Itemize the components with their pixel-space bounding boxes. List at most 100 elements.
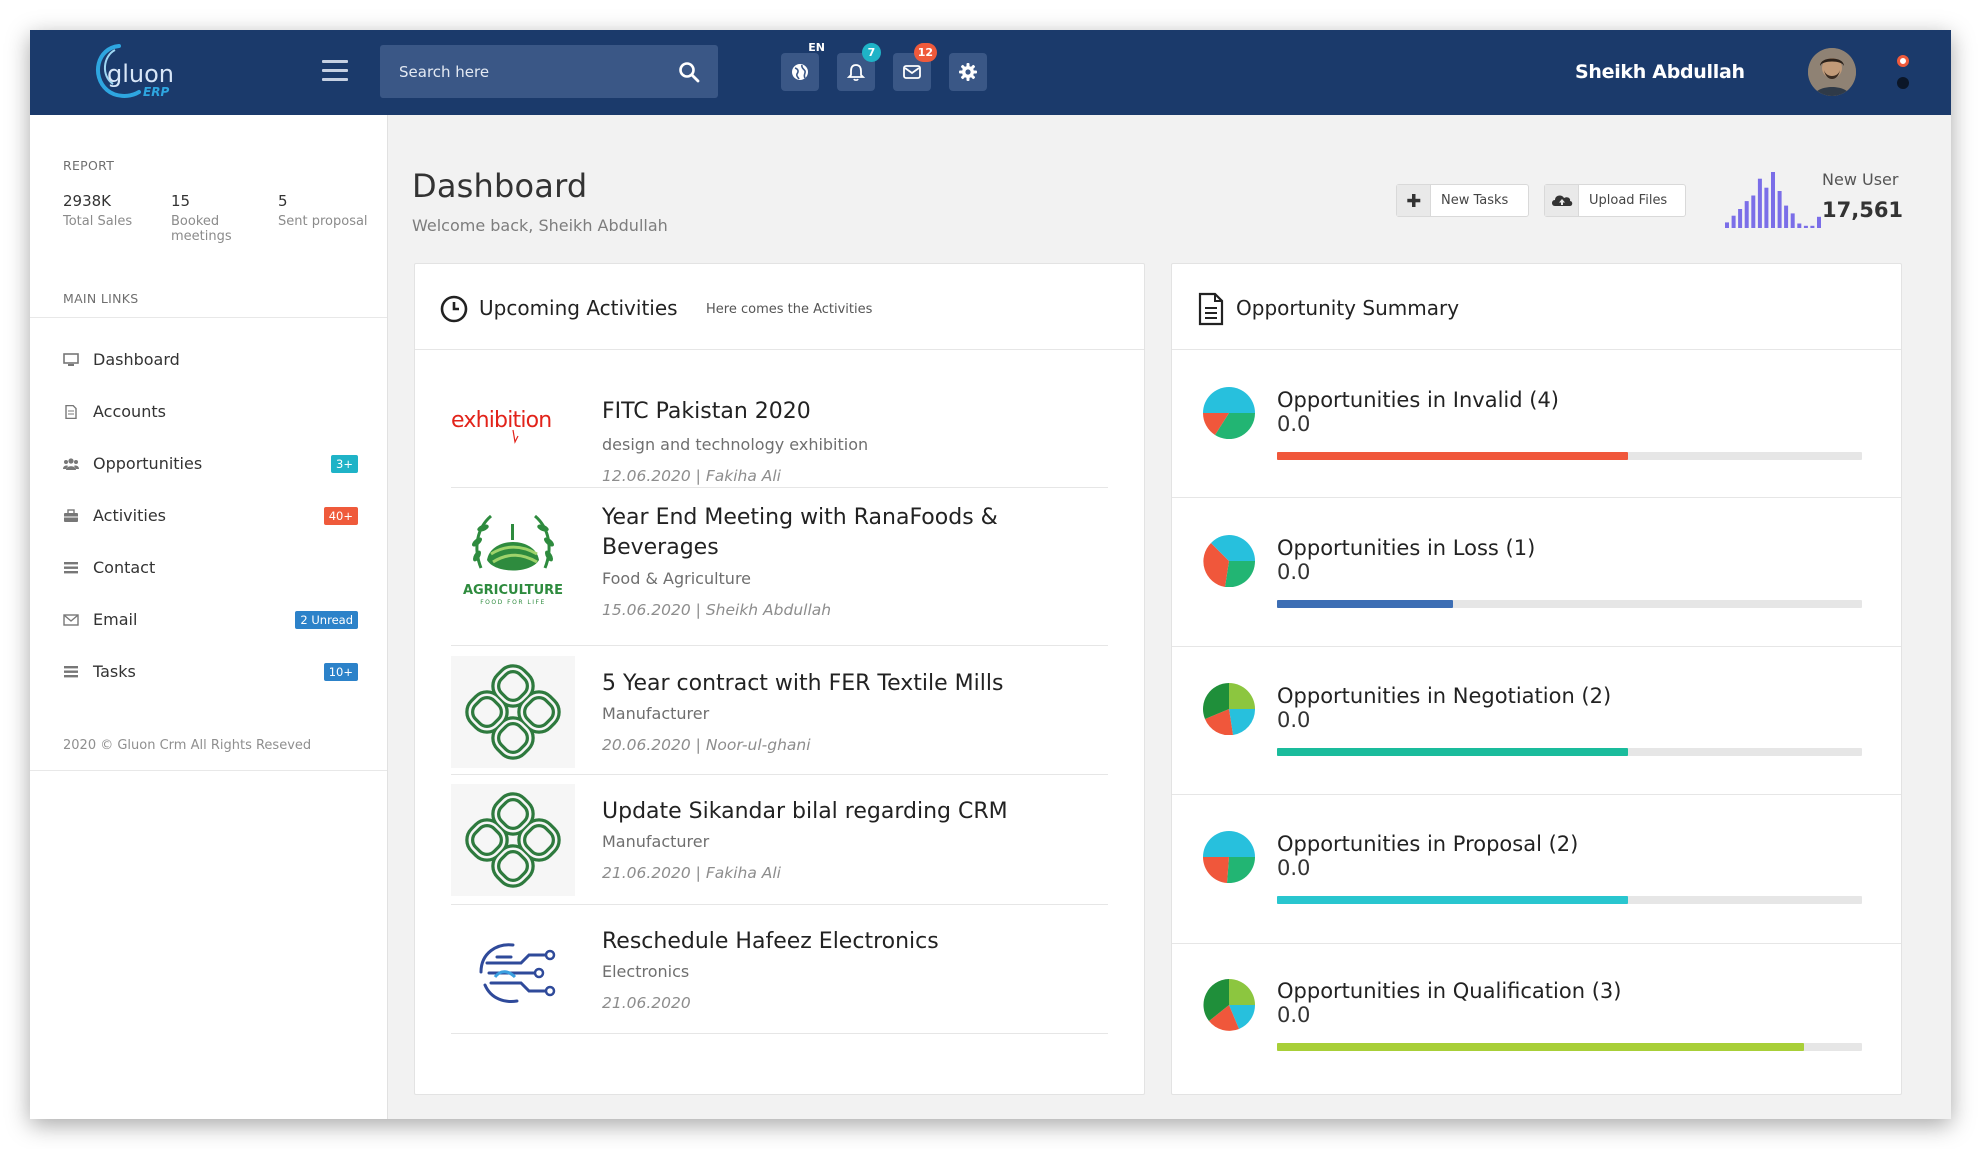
clock-icon xyxy=(440,295,468,323)
search-icon[interactable] xyxy=(678,61,700,83)
new-user-bar xyxy=(1764,187,1769,228)
new-user-bar xyxy=(1751,195,1756,228)
card-header: Upcoming Activities Here comes the Activ… xyxy=(415,264,1144,350)
email-unread-badge: 2 Unread xyxy=(295,611,358,629)
sidebar: REPORT 2938K Total Sales 15 Booked meeti… xyxy=(30,115,388,1119)
divider xyxy=(30,317,387,318)
new-user-bar xyxy=(1771,172,1775,228)
gluon-logo[interactable]: gluon ERP xyxy=(85,40,195,106)
app-window: gluon ERP EN 7 12 Sheikh Abdullah xyxy=(30,30,1951,1119)
sidebar-item-label: Accounts xyxy=(93,402,166,421)
stat-booked-meetings: 15 Booked meetings xyxy=(171,192,246,244)
activity-category: design and technology exhibition xyxy=(602,435,869,454)
activities-badge: 40+ xyxy=(323,507,358,525)
new-user-bar xyxy=(1744,201,1749,228)
agriculture-logo-subtext: FOOD FOR LIFE xyxy=(480,599,546,606)
exhibition-logo: exhibition xyxy=(451,382,575,472)
sidebar-item-accounts[interactable]: Accounts xyxy=(63,398,358,428)
cloud-upload-icon xyxy=(1545,185,1579,216)
search-box xyxy=(380,45,718,98)
stat-label: Booked meetings xyxy=(171,214,232,244)
logo-sub-text: ERP xyxy=(143,85,169,99)
language-button[interactable]: EN xyxy=(781,41,825,91)
opportunity-row-qualification[interactable]: Opportunities in Qualification (3) 0.0 xyxy=(1172,944,1901,1092)
sidebar-item-activities[interactable]: Activities 40+ xyxy=(63,502,358,532)
divider xyxy=(30,770,387,771)
opportunity-value: 0.0 xyxy=(1277,708,1311,732)
activity-category: Electronics xyxy=(602,962,690,981)
new-user-bar xyxy=(1790,213,1795,228)
sidebar-item-dashboard[interactable]: Dashboard xyxy=(63,346,358,376)
activity-item[interactable]: 5 Year contract with FER Textile Mills M… xyxy=(451,646,1108,775)
report-heading: REPORT xyxy=(63,158,115,173)
opportunity-progress-bar xyxy=(1277,896,1862,904)
messages-button[interactable]: 12 xyxy=(893,43,937,91)
upload-files-label: Upload Files xyxy=(1589,193,1668,208)
new-tasks-button[interactable]: New Tasks xyxy=(1396,184,1529,217)
briefcase-icon xyxy=(64,509,78,522)
pie-chart-icon xyxy=(1203,535,1255,587)
sidebar-item-opportunities[interactable]: Opportunities 3+ xyxy=(63,450,358,480)
bell-icon xyxy=(846,64,866,81)
opportunity-row-loss[interactable]: Opportunities in Loss (1) 0.0 xyxy=(1172,499,1901,647)
sidebar-item-email[interactable]: Email 2 Unread xyxy=(63,606,358,636)
pie-chart-icon xyxy=(1203,387,1255,439)
sidebar-item-label: Email xyxy=(93,610,138,629)
sidebar-item-tasks[interactable]: Tasks 10+ xyxy=(63,658,358,688)
notifications-button[interactable]: 7 xyxy=(837,43,881,91)
top-header: gluon ERP EN 7 12 Sheikh Abdullah xyxy=(30,30,1951,115)
envelope-icon xyxy=(903,65,921,79)
activity-meta: 21.06.2020 | Fakiha Ali xyxy=(602,864,781,882)
user-name[interactable]: Sheikh Abdullah xyxy=(1575,61,1745,83)
opportunity-row-proposal[interactable]: Opportunities in Proposal (2) 0.0 xyxy=(1172,796,1901,944)
new-tasks-label: New Tasks xyxy=(1441,193,1509,208)
activity-meta: 12.06.2020 | Fakiha Ali xyxy=(602,467,781,485)
status-online-dot xyxy=(1897,55,1909,67)
new-user-bar xyxy=(1731,215,1736,228)
stat-sent-proposal: 5 Sent proposal xyxy=(278,192,388,229)
stat-label: Total Sales xyxy=(63,214,133,229)
activity-item[interactable]: Update Sikandar bilal regarding CRM Manu… xyxy=(451,775,1108,905)
sidebar-item-contact[interactable]: Contact xyxy=(63,554,358,584)
notifications-badge: 7 xyxy=(862,43,881,62)
page-title: Dashboard xyxy=(412,167,588,205)
upcoming-activities-card: Upcoming Activities Here comes the Activ… xyxy=(414,263,1145,1095)
new-user-bar xyxy=(1810,225,1815,228)
activity-title: Update Sikandar bilal regarding CRM xyxy=(602,799,1008,824)
opportunity-label: Opportunities in Loss (1) xyxy=(1277,536,1536,560)
pie-chart-icon xyxy=(1203,683,1255,735)
opportunity-value: 0.0 xyxy=(1277,412,1311,436)
activity-title: 5 Year contract with FER Textile Mills xyxy=(602,671,1004,696)
copyright-text: 2020 © Gluon Crm All Rights Reseved xyxy=(63,738,312,753)
language-label: EN xyxy=(808,41,825,54)
stat-value: 2938K xyxy=(63,192,112,210)
opportunity-row-negotiation[interactable]: Opportunities in Negotiation (2) 0.0 xyxy=(1172,647,1901,795)
user-avatar[interactable] xyxy=(1808,48,1856,96)
agriculture-logo-text: AGRICULTURE xyxy=(463,583,563,598)
tasks-badge: 10+ xyxy=(323,663,358,681)
activity-item[interactable]: Reschedule Hafeez Electronics Electronic… xyxy=(451,905,1108,1034)
users-icon xyxy=(63,458,79,470)
opportunity-row-invalid[interactable]: Opportunities in Invalid (4) 0.0 xyxy=(1172,350,1901,498)
page-subtitle: Welcome back, Sheikh Abdullah xyxy=(412,216,668,235)
new-user-bar xyxy=(1803,225,1808,228)
search-input[interactable] xyxy=(380,45,670,98)
sidebar-item-label: Contact xyxy=(93,558,156,577)
settings-button[interactable] xyxy=(949,53,987,91)
sidebar-item-label: Opportunities xyxy=(93,454,203,473)
new-user-bar xyxy=(1784,205,1789,228)
upload-files-button[interactable]: Upload Files xyxy=(1544,184,1686,217)
new-user-bar xyxy=(1757,178,1762,228)
new-user-bar xyxy=(1725,222,1729,228)
activity-item[interactable]: exhibition FITC Pakistan 2020 design and… xyxy=(451,372,1108,488)
document-icon xyxy=(65,405,77,419)
gear-icon xyxy=(959,63,977,81)
hamburger-menu-icon[interactable] xyxy=(322,60,348,82)
globe-icon xyxy=(792,64,808,80)
activity-item[interactable]: AGRICULTURE FOOD FOR LIFE Year End Meeti… xyxy=(451,488,1108,646)
activity-category: Manufacturer xyxy=(602,704,710,723)
main-links-heading: MAIN LINKS xyxy=(63,291,139,306)
opportunity-progress-bar xyxy=(1277,1043,1862,1051)
pie-chart-icon xyxy=(1203,979,1255,1031)
list-icon xyxy=(64,666,78,678)
